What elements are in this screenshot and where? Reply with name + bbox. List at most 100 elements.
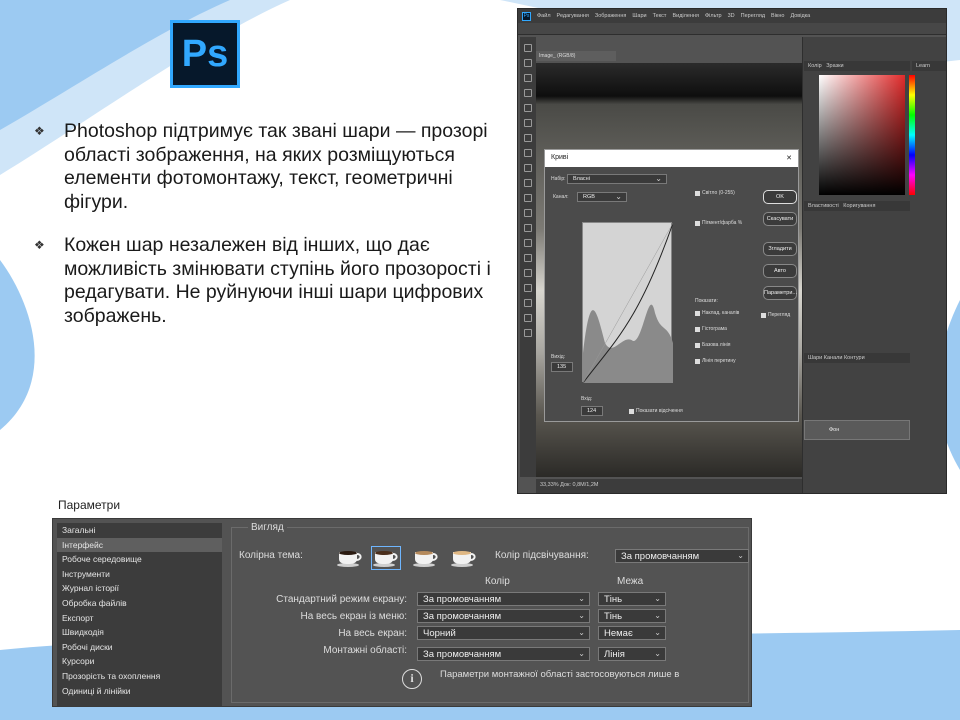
magic-wand-icon[interactable] bbox=[524, 89, 532, 97]
shape-tool-icon[interactable] bbox=[524, 299, 532, 307]
document-tab[interactable]: Image_ (RGB/8) bbox=[536, 51, 616, 61]
eyedropper-icon[interactable] bbox=[524, 119, 532, 127]
blur-tool-icon[interactable] bbox=[524, 224, 532, 232]
sidebar-item-cursors[interactable]: Курсори bbox=[57, 654, 222, 669]
sidebar-item-tools[interactable]: Інструменти bbox=[57, 567, 222, 582]
zoom-tool-icon[interactable] bbox=[524, 329, 532, 337]
hue-slider[interactable] bbox=[909, 75, 915, 195]
menu-item[interactable]: Фільтр bbox=[705, 13, 722, 19]
bullet-marker-icon: ❖ bbox=[34, 124, 45, 138]
light-radio[interactable]: Світло (0-255) bbox=[695, 190, 735, 196]
fullscreen-menu-color-select[interactable]: За промовчанням ⌄ bbox=[417, 609, 590, 623]
standard-border-select[interactable]: Тінь ⌄ bbox=[598, 592, 666, 606]
healing-brush-icon[interactable] bbox=[524, 134, 532, 142]
dodge-tool-icon[interactable] bbox=[524, 239, 532, 247]
fullscreen-border-select[interactable]: Немає ⌄ bbox=[598, 626, 666, 640]
show-checkbox[interactable]: Базова лінія bbox=[695, 342, 730, 348]
menu-item[interactable]: Редагування bbox=[557, 13, 589, 19]
eraser-icon[interactable] bbox=[524, 194, 532, 202]
fullscreen-menu-border-select[interactable]: Тінь ⌄ bbox=[598, 609, 666, 623]
hand-tool-icon[interactable] bbox=[524, 314, 532, 322]
show-checkbox[interactable]: Лінія перетину bbox=[695, 358, 736, 364]
sidebar-item-units-rulers[interactable]: Одиниці й лінійки bbox=[57, 684, 222, 699]
highlight-color-label: Колір підсвічування: bbox=[495, 550, 589, 561]
photoshop-window: Ps Файл Редагування Зображення Шари Текс… bbox=[517, 8, 947, 494]
menu-item[interactable]: Текст bbox=[653, 13, 667, 19]
preferences-title: Параметри bbox=[58, 498, 121, 512]
history-brush-icon[interactable] bbox=[524, 179, 532, 187]
standard-color-select[interactable]: За промовчанням ⌄ bbox=[417, 592, 590, 606]
color-panel-tabs[interactable]: Колір Зразки bbox=[804, 61, 910, 71]
input-value[interactable]: 124 bbox=[581, 406, 603, 416]
toolbar bbox=[520, 37, 536, 477]
sidebar-item-transparency[interactable]: Прозорість та охоплення bbox=[57, 669, 222, 684]
row-label-fullscreen: На весь екран: bbox=[338, 628, 407, 639]
bullet-item: ❖ Кожен шар незалежен від інших, що дає … bbox=[34, 234, 504, 328]
cancel-button[interactable]: Скасувати bbox=[763, 212, 797, 226]
learn-panel-tab[interactable]: Learn bbox=[912, 61, 946, 71]
gradient-tool-icon[interactable] bbox=[524, 209, 532, 217]
theme-light-icon[interactable] bbox=[411, 546, 441, 570]
show-label: Показати: bbox=[695, 298, 718, 304]
sidebar-item-interface[interactable]: Інтерфейс bbox=[57, 537, 222, 553]
sidebar-item-export[interactable]: Експорт bbox=[57, 611, 222, 626]
type-tool-icon[interactable] bbox=[524, 269, 532, 277]
channel-select[interactable]: RGB ⌄ bbox=[577, 192, 627, 202]
dialog-title: Криві bbox=[551, 154, 569, 161]
brush-tool-icon[interactable] bbox=[524, 149, 532, 157]
row-label-artboards: Монтажні області: bbox=[323, 645, 407, 656]
curves-graph[interactable] bbox=[582, 222, 674, 384]
theme-lightest-icon[interactable] bbox=[449, 546, 479, 570]
menu-item[interactable]: 3D bbox=[728, 13, 735, 19]
bullet-text: Photoshop підтримує так звані шари — про… bbox=[64, 120, 488, 213]
options-bar bbox=[518, 23, 946, 35]
ok-button[interactable]: OK bbox=[763, 190, 797, 204]
properties-panel-tabs[interactable]: Властивості Коригування bbox=[804, 201, 910, 211]
options-button[interactable]: Параметри... bbox=[763, 286, 797, 300]
preview-checkbox[interactable]: Перегляд bbox=[761, 312, 790, 318]
pigment-radio[interactable]: Пігмент/фарба % bbox=[695, 220, 742, 226]
column-header-color: Колір bbox=[485, 576, 510, 587]
color-picker-field[interactable] bbox=[819, 75, 905, 195]
artboards-color-select[interactable]: За промовчанням ⌄ bbox=[417, 647, 590, 661]
highlight-color-select[interactable]: За промовчанням ⌄ bbox=[615, 549, 749, 563]
input-label: Вхід: bbox=[581, 396, 593, 402]
menu-item[interactable]: Зображення bbox=[595, 13, 626, 19]
move-tool-icon[interactable] bbox=[524, 44, 532, 52]
sidebar-item-file-handling[interactable]: Обробка файлів bbox=[57, 596, 222, 611]
group-title: Вигляд bbox=[248, 522, 287, 533]
crop-tool-icon[interactable] bbox=[524, 104, 532, 112]
menu-item[interactable]: Перегляд bbox=[741, 13, 765, 19]
sidebar-item-history-log[interactable]: Журнал історії bbox=[57, 581, 222, 596]
marquee-tool-icon[interactable] bbox=[524, 59, 532, 67]
path-select-icon[interactable] bbox=[524, 284, 532, 292]
theme-dark-icon[interactable] bbox=[371, 546, 401, 570]
show-checkbox[interactable]: Наклад. каналів bbox=[695, 310, 739, 316]
menu-item[interactable]: Довідка bbox=[790, 13, 810, 19]
clipping-checkbox[interactable]: Показати відсічення bbox=[629, 408, 683, 414]
sidebar-item-performance[interactable]: Швидкодія bbox=[57, 625, 222, 640]
menu-item[interactable]: Виділення bbox=[672, 13, 699, 19]
artboards-border-select[interactable]: Лінія ⌄ bbox=[598, 647, 666, 661]
menu-item[interactable]: Файл bbox=[537, 13, 551, 19]
close-icon[interactable]: ✕ bbox=[786, 154, 792, 163]
ps-app-icon: Ps bbox=[522, 11, 531, 21]
layers-panel-tabs[interactable]: Шари Канали Контури bbox=[804, 353, 910, 363]
color-theme-label: Колірна тема: bbox=[239, 550, 303, 561]
sidebar-item-scratch-disks[interactable]: Робочі диски bbox=[57, 640, 222, 655]
preset-select[interactable]: Власні ⌄ bbox=[567, 174, 667, 184]
show-checkbox[interactable]: Гістограма bbox=[695, 326, 727, 332]
auto-button[interactable]: Авто bbox=[763, 264, 797, 278]
theme-darkest-icon[interactable] bbox=[335, 546, 365, 570]
lasso-tool-icon[interactable] bbox=[524, 74, 532, 82]
smooth-button[interactable]: Згладити bbox=[763, 242, 797, 256]
fullscreen-color-select[interactable]: Чорний ⌄ bbox=[417, 626, 590, 640]
layer-row[interactable]: Фон bbox=[804, 420, 910, 440]
menu-item[interactable]: Вікно bbox=[771, 13, 784, 19]
pen-tool-icon[interactable] bbox=[524, 254, 532, 262]
sidebar-item-general[interactable]: Загальні bbox=[57, 523, 222, 538]
output-value[interactable]: 135 bbox=[551, 362, 573, 372]
menu-item[interactable]: Шари bbox=[632, 13, 646, 19]
stamp-tool-icon[interactable] bbox=[524, 164, 532, 172]
sidebar-item-workspace[interactable]: Робоче середовище bbox=[57, 552, 222, 567]
